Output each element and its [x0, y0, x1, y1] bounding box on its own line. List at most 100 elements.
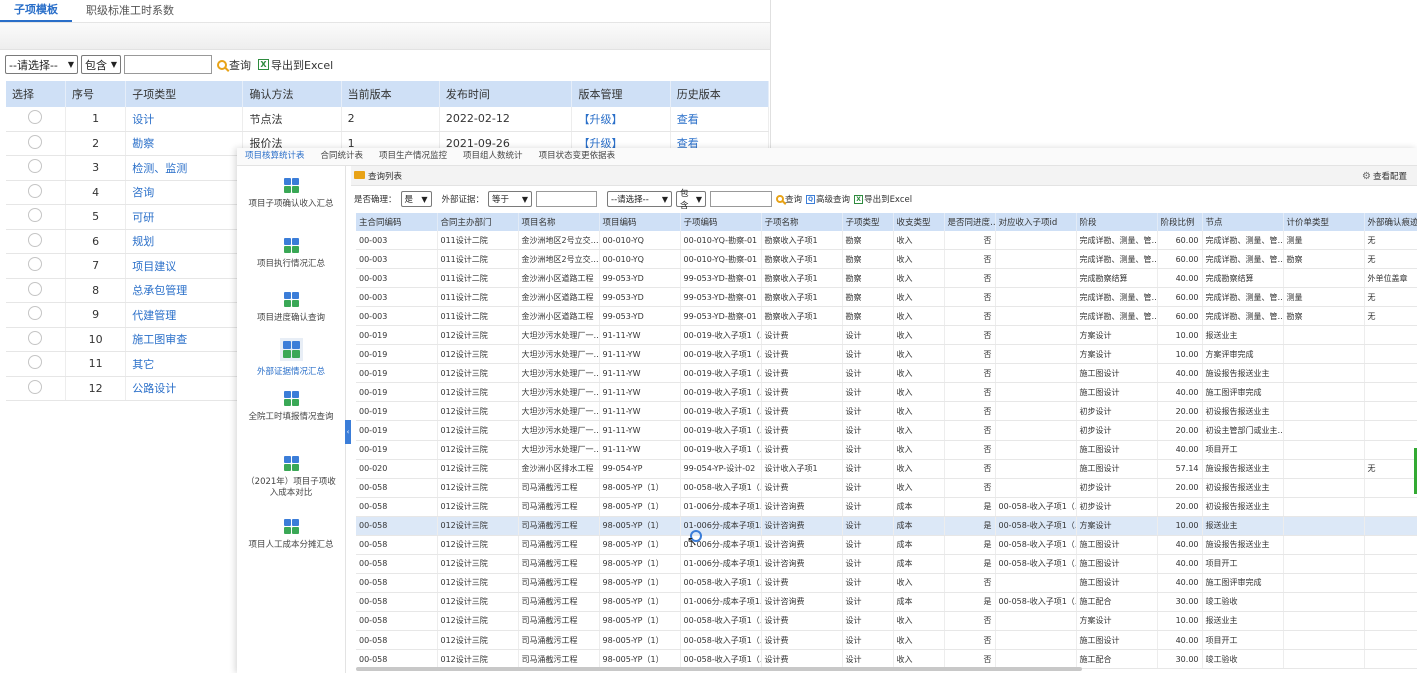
- row-radio[interactable]: [28, 159, 43, 174]
- grid-column-header[interactable]: 对应收入子项id: [995, 213, 1077, 231]
- grid-row[interactable]: 00-058 012设计三院 司马涌截污工程 98-005-YP（1） 01-006分-…: [356, 592, 1417, 612]
- tab-grade-hours-coefficient[interactable]: 职级标准工时系数: [72, 0, 188, 22]
- grid-row[interactable]: 00-058 012设计三院 司马涌截污工程 98-005-YP（1） 00-058-收…: [356, 573, 1417, 593]
- grid-column-header[interactable]: 项目名称: [518, 213, 600, 231]
- grid-column-header[interactable]: 子项编码: [680, 213, 762, 231]
- grid-column-header[interactable]: 外部确认痕迹: [1364, 213, 1417, 231]
- row-radio[interactable]: [28, 208, 43, 223]
- row-radio[interactable]: [28, 134, 43, 149]
- grid-row[interactable]: 00-003 011设计二院 金沙洲地区2号立交… 00-010-YQ 00-010-Y…: [356, 249, 1417, 270]
- cell-type[interactable]: 施工图审查: [125, 327, 244, 352]
- row-radio[interactable]: [28, 232, 43, 247]
- tab-report[interactable]: 项目核算统计表: [237, 148, 313, 165]
- sidebar-item[interactable]: 项目子项确认收入汇总: [237, 178, 345, 210]
- search-input[interactable]: [710, 191, 773, 207]
- select-cell[interactable]: [6, 253, 66, 279]
- cell-type[interactable]: 项目建议: [125, 253, 244, 279]
- grid-row[interactable]: 00-019 012设计三院 大坦沙污水处理厂一… 91-11-YW 00-019-收入…: [356, 382, 1417, 403]
- tab-report[interactable]: 项目状态变更依据表: [531, 148, 624, 165]
- cell-type[interactable]: 检测、监测: [125, 155, 244, 181]
- cell-type[interactable]: 勘察: [125, 131, 244, 156]
- row-radio[interactable]: [28, 330, 43, 345]
- grid-row[interactable]: 00-058 012设计三院 司马涌截污工程 98-005-YP（1） 01-006分-…: [356, 554, 1417, 574]
- select-cell[interactable]: [6, 155, 66, 181]
- cell-type[interactable]: 设计: [125, 107, 244, 132]
- grid-column-header[interactable]: 收支类型: [893, 213, 945, 231]
- grid-row[interactable]: 00-019 012设计三院 大坦沙污水处理厂一… 91-11-YW 00-019-收入…: [356, 440, 1417, 460]
- row-radio[interactable]: [28, 110, 43, 125]
- grid-row[interactable]: 00-019 012设计三院 大坦沙污水处理厂一… 91-11-YW 00-019-收入…: [356, 344, 1417, 365]
- row-radio[interactable]: [28, 281, 43, 296]
- select-cell[interactable]: [6, 278, 66, 303]
- grid-column-header[interactable]: 合同主办部门: [437, 213, 519, 231]
- grid-row[interactable]: 00-058 012设计三院 司马涌截污工程 98-005-YP（1） 01-006分-…: [356, 497, 1417, 517]
- advanced-query-button[interactable]: Q 高级查询: [806, 193, 850, 205]
- cell-type[interactable]: 其它: [125, 351, 244, 377]
- export-excel-button[interactable]: X 导出到Excel: [854, 193, 912, 205]
- sidebar-item[interactable]: 项目人工成本分摊汇总: [237, 519, 345, 551]
- select-cell[interactable]: [6, 131, 66, 156]
- select-cell[interactable]: [6, 229, 66, 254]
- confirmed-select[interactable]: 是 ▼: [400, 191, 432, 207]
- grid-row[interactable]: 00-019 012设计三院 大坦沙污水处理厂一… 91-11-YW 00-019-收入…: [356, 363, 1417, 384]
- sidebar-item[interactable]: （2021年）项目子项收入成本对比: [237, 456, 345, 499]
- external-evidence-select[interactable]: 等于 ▼: [488, 191, 533, 207]
- cell-type[interactable]: 咨询: [125, 180, 244, 205]
- sidebar-item[interactable]: 项目进度确认查询: [237, 292, 345, 324]
- tab-report[interactable]: 项目组人数统计: [455, 148, 531, 165]
- query-button[interactable]: 查询: [217, 57, 251, 73]
- cell-type[interactable]: 公路设计: [125, 376, 244, 401]
- tab-report[interactable]: 项目生产情况监控: [371, 148, 455, 165]
- select-cell[interactable]: [6, 302, 66, 328]
- row-radio[interactable]: [28, 257, 43, 272]
- table-row[interactable]: 1 设计 节点法 2 2022-02-12 【升级】 查看: [6, 107, 770, 132]
- export-excel-button[interactable]: X 导出到Excel: [258, 57, 333, 73]
- select-cell[interactable]: [6, 327, 66, 352]
- grid-row[interactable]: 00-003 011设计二院 金沙洲地区2号立交… 00-010-YQ 00-010-Y…: [356, 231, 1417, 251]
- grid-row[interactable]: 00-058 012设计三院 司马涌截污工程 98-005-YP（1） 00-058-收…: [356, 478, 1417, 498]
- select-cell[interactable]: [6, 376, 66, 401]
- grid-row[interactable]: 00-058 012设计三院 司马涌截污工程 98-005-YP（1） 00-058-收…: [356, 611, 1417, 631]
- search-input[interactable]: [124, 55, 212, 74]
- query-button[interactable]: 查询: [776, 193, 802, 205]
- select-cell[interactable]: [6, 107, 66, 132]
- grid-column-header[interactable]: 主合同编码: [356, 213, 438, 231]
- horizontal-scrollbar[interactable]: [356, 667, 1082, 671]
- grid-column-header[interactable]: 阶段: [1076, 213, 1158, 231]
- grid-row[interactable]: 00-020 012设计三院 金沙洲小区排水工程 99-054-YP 99-054-YP…: [356, 459, 1417, 479]
- tab-subitem-template[interactable]: 子项模板: [0, 0, 72, 22]
- grid-row[interactable]: 00-019 012设计三院 大坦沙污水处理厂一… 91-11-YW 00-019-收入…: [356, 401, 1417, 422]
- grid-row[interactable]: 00-058 012设计三院 司马涌截污工程 98-005-YP（1） 01-006分-…: [356, 516, 1417, 536]
- cell-type[interactable]: 可研: [125, 204, 244, 230]
- grid-row[interactable]: 00-058 012设计三院 司马涌截污工程 98-005-YP（1） 01-006分-…: [356, 535, 1417, 555]
- cell-manage[interactable]: 【升级】: [571, 107, 671, 132]
- grid-row[interactable]: 00-019 012设计三院 大坦沙污水处理厂一… 91-11-YW 00-019-收入…: [356, 420, 1417, 441]
- cell-type[interactable]: 规划: [125, 229, 244, 254]
- cell-history[interactable]: 查看: [670, 107, 770, 132]
- grid-column-header[interactable]: 计价单类型: [1283, 213, 1365, 231]
- grid-row[interactable]: 00-003 011设计二院 金沙洲小区道路工程 99-053-YD 99-053-YD…: [356, 306, 1417, 327]
- grid-row[interactable]: 00-003 011设计二院 金沙洲小区道路工程 99-053-YD 99-053-YD…: [356, 268, 1417, 289]
- tab-report[interactable]: 合同统计表: [313, 148, 372, 165]
- row-radio[interactable]: [28, 183, 43, 198]
- grid-column-header[interactable]: 项目编码: [599, 213, 681, 231]
- grid-row[interactable]: 00-019 012设计三院 大坦沙污水处理厂一… 91-11-YW 00-019-收入…: [356, 325, 1417, 346]
- grid-row[interactable]: 00-058 012设计三院 司马涌截污工程 98-005-YP（1） 00-058-收…: [356, 630, 1417, 651]
- select-cell[interactable]: [6, 180, 66, 205]
- grid-row[interactable]: 00-058 012设计三院 司马涌截污工程 98-005-YP（1） 00-058-收…: [356, 649, 1417, 670]
- operator-select[interactable]: 包含 ▼: [81, 55, 121, 74]
- sidebar-item[interactable]: 项目执行情况汇总: [237, 238, 345, 270]
- grid-column-header[interactable]: 节点: [1202, 213, 1284, 231]
- row-radio[interactable]: [28, 355, 43, 370]
- row-radio[interactable]: [28, 379, 43, 394]
- sidebar-item[interactable]: 全院工时填报情况查询: [237, 391, 345, 423]
- cell-type[interactable]: 总承包管理: [125, 278, 244, 303]
- select-cell[interactable]: [6, 204, 66, 230]
- field-select[interactable]: --请选择-- ▼: [5, 55, 78, 74]
- row-radio[interactable]: [28, 306, 43, 321]
- operator-select[interactable]: 包含 ▼: [676, 189, 707, 211]
- grid-column-header[interactable]: 是否同进度…: [944, 213, 996, 231]
- cell-type[interactable]: 代建管理: [125, 302, 244, 328]
- select-cell[interactable]: [6, 351, 66, 377]
- grid-column-header[interactable]: 子项名称: [761, 213, 843, 231]
